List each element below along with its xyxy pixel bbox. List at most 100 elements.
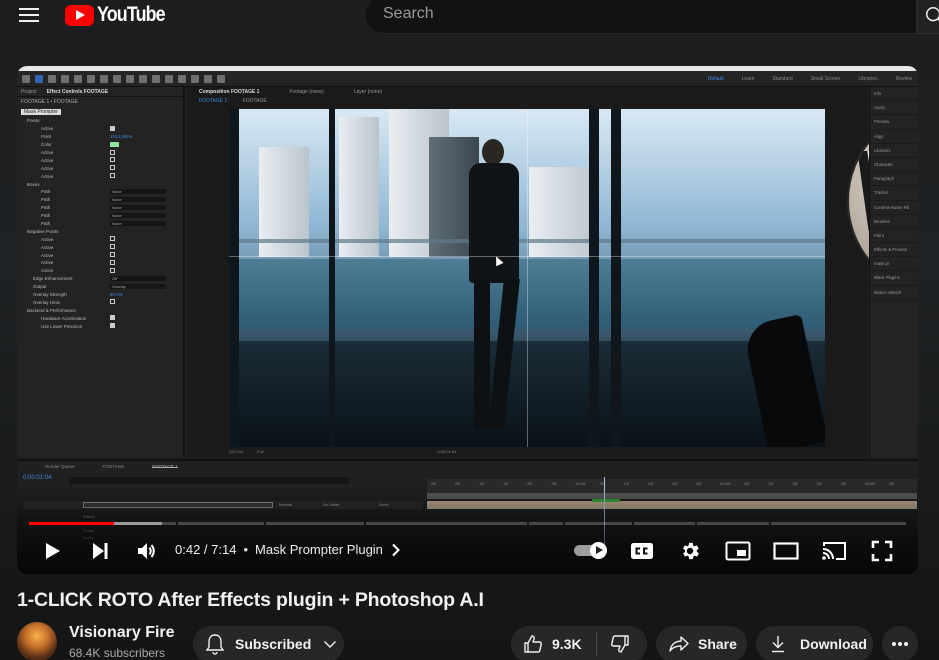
effect-row-label: Hardware Acceleration	[41, 315, 87, 321]
separator-dot: •	[243, 542, 249, 557]
cast-button[interactable]	[819, 536, 849, 566]
chapter-marker	[364, 522, 366, 525]
effect-row-value: None	[110, 197, 166, 203]
effect-row-value: None	[110, 213, 166, 219]
comp-footer: (33.1%) Full 0:00:01:04	[229, 449, 456, 457]
ae-panel-item: Motion Sketch	[870, 286, 918, 300]
effect-checkbox	[110, 244, 115, 250]
more-horizontal-icon	[892, 642, 908, 646]
effect-row: Use Lower Precision	[17, 322, 183, 330]
effect-row-label: Color	[41, 142, 52, 148]
more-actions-button[interactable]	[882, 626, 918, 660]
effect-row-label: Overlay Hints	[33, 299, 61, 305]
masthead: YouTube	[0, 0, 939, 56]
comp-breadcrumb: FOOTAGE 1 FOOTAGE	[187, 97, 867, 105]
current-time: 0:42	[175, 542, 201, 557]
brush-tool-icon	[165, 74, 173, 83]
hand-tool-icon	[48, 74, 56, 83]
search-button[interactable]	[917, 0, 939, 34]
download-button[interactable]: Download	[756, 626, 873, 660]
subscriber-count: 68.4K subscribers	[69, 646, 166, 660]
zoom-tool-icon	[61, 74, 69, 83]
menu-button[interactable]	[19, 6, 41, 24]
play-button[interactable]	[37, 536, 67, 566]
settings-button[interactable]	[675, 536, 705, 566]
share-button[interactable]: Share	[656, 626, 747, 660]
effect-row-label: Path	[41, 197, 51, 203]
theater-mode-button[interactable]	[771, 536, 801, 566]
chapter-marker	[264, 522, 266, 525]
channel-name[interactable]: Visionary Fire	[69, 624, 175, 642]
chapter-title: Mask Prompter Plugin	[255, 542, 383, 557]
thumbs-down-icon	[610, 635, 629, 653]
youtube-play-icon	[65, 4, 94, 26]
person-leg	[488, 279, 520, 429]
window-mullion	[229, 109, 239, 447]
effect-dropdown: None	[110, 213, 166, 219]
crosshair-vertical	[527, 109, 528, 447]
window-mullion	[611, 109, 621, 447]
like-button[interactable]: 9.3K	[511, 626, 582, 660]
video-player[interactable]: Default Learn Standard Small Screen Libr…	[17, 66, 918, 574]
timeline-tab: Render Queue	[45, 464, 75, 469]
time-display: 0:42 / 7:14 • Mask Prompter Plugin	[175, 542, 401, 557]
comp-time: 0:00:01:04	[437, 449, 457, 454]
captions-button[interactable]	[627, 536, 657, 566]
fullscreen-button[interactable]	[867, 536, 897, 566]
effect-row: Active	[17, 251, 183, 259]
effect-row-value	[110, 236, 115, 242]
download-icon	[772, 636, 784, 653]
ae-panel-item: Paint	[870, 229, 918, 244]
person-head	[482, 139, 504, 165]
effect-checkbox	[110, 125, 115, 131]
effect-row-label: Active	[41, 244, 54, 250]
effect-row-value	[110, 173, 115, 179]
rotate-tool-icon	[74, 74, 82, 83]
chapter-button[interactable]: Mask Prompter Plugin	[255, 542, 401, 557]
miniplayer-button[interactable]	[723, 536, 753, 566]
effect-dropdown: Overlay	[110, 284, 166, 290]
ae-panel-item: Audio	[870, 101, 918, 116]
effect-row-label: Active	[41, 252, 54, 258]
person-body	[469, 163, 519, 283]
logo-text: YouTube	[97, 3, 166, 26]
workspace: Small Screen	[810, 76, 841, 82]
timeline-tab: FOOTAGE 1	[152, 464, 178, 469]
dislike-button[interactable]	[597, 626, 630, 660]
autoplay-toggle[interactable]	[574, 542, 608, 559]
volume-button[interactable]	[132, 536, 162, 566]
progress-bar[interactable]	[29, 522, 906, 525]
ae-right-panels: Info Audio Preview Align Libraries Character P…	[869, 87, 918, 457]
effect-checkbox	[110, 157, 115, 163]
effect-row-label: Boxes	[27, 181, 40, 187]
effect-checkbox	[110, 173, 115, 179]
channel-avatar[interactable]	[17, 622, 57, 660]
effect-row-value	[110, 157, 115, 163]
footage-tab: Footage (none)	[289, 89, 324, 95]
effect-checkbox	[110, 259, 115, 265]
ae-panel-item: mask pr	[870, 257, 918, 272]
timeline-search	[69, 477, 349, 484]
youtube-logo[interactable]: YouTube	[65, 3, 177, 27]
composition-tab: Composition FOOTAGE 1	[199, 89, 260, 95]
effect-row-label: Negative Points	[27, 228, 59, 234]
gear-icon	[683, 542, 699, 560]
layer-path: FOOTAGE 1 • FOOTAGE	[21, 99, 78, 105]
effect-row: Backend & Performance	[17, 306, 183, 314]
next-button[interactable]	[85, 536, 115, 566]
chapter-marker	[695, 522, 697, 525]
ae-panel-item: Character	[870, 158, 918, 173]
bell-icon	[205, 634, 225, 655]
effect-row-label: Use Lower Precision	[41, 323, 83, 329]
selection-tool-icon	[35, 74, 43, 83]
effect-row-label: Path	[41, 205, 51, 211]
chevron-down-icon	[324, 641, 337, 648]
puppet-tool-icon	[217, 74, 225, 83]
comp-zoom: (33.1%)	[229, 449, 244, 454]
stamp-tool-icon	[178, 74, 186, 83]
search-input[interactable]	[383, 5, 883, 23]
subscribed-button[interactable]: Subscribed	[193, 626, 344, 660]
effect-row: Active	[17, 125, 183, 133]
home-tool-icon	[22, 74, 30, 83]
effect-row-label: Edge Enhancement	[33, 276, 73, 282]
